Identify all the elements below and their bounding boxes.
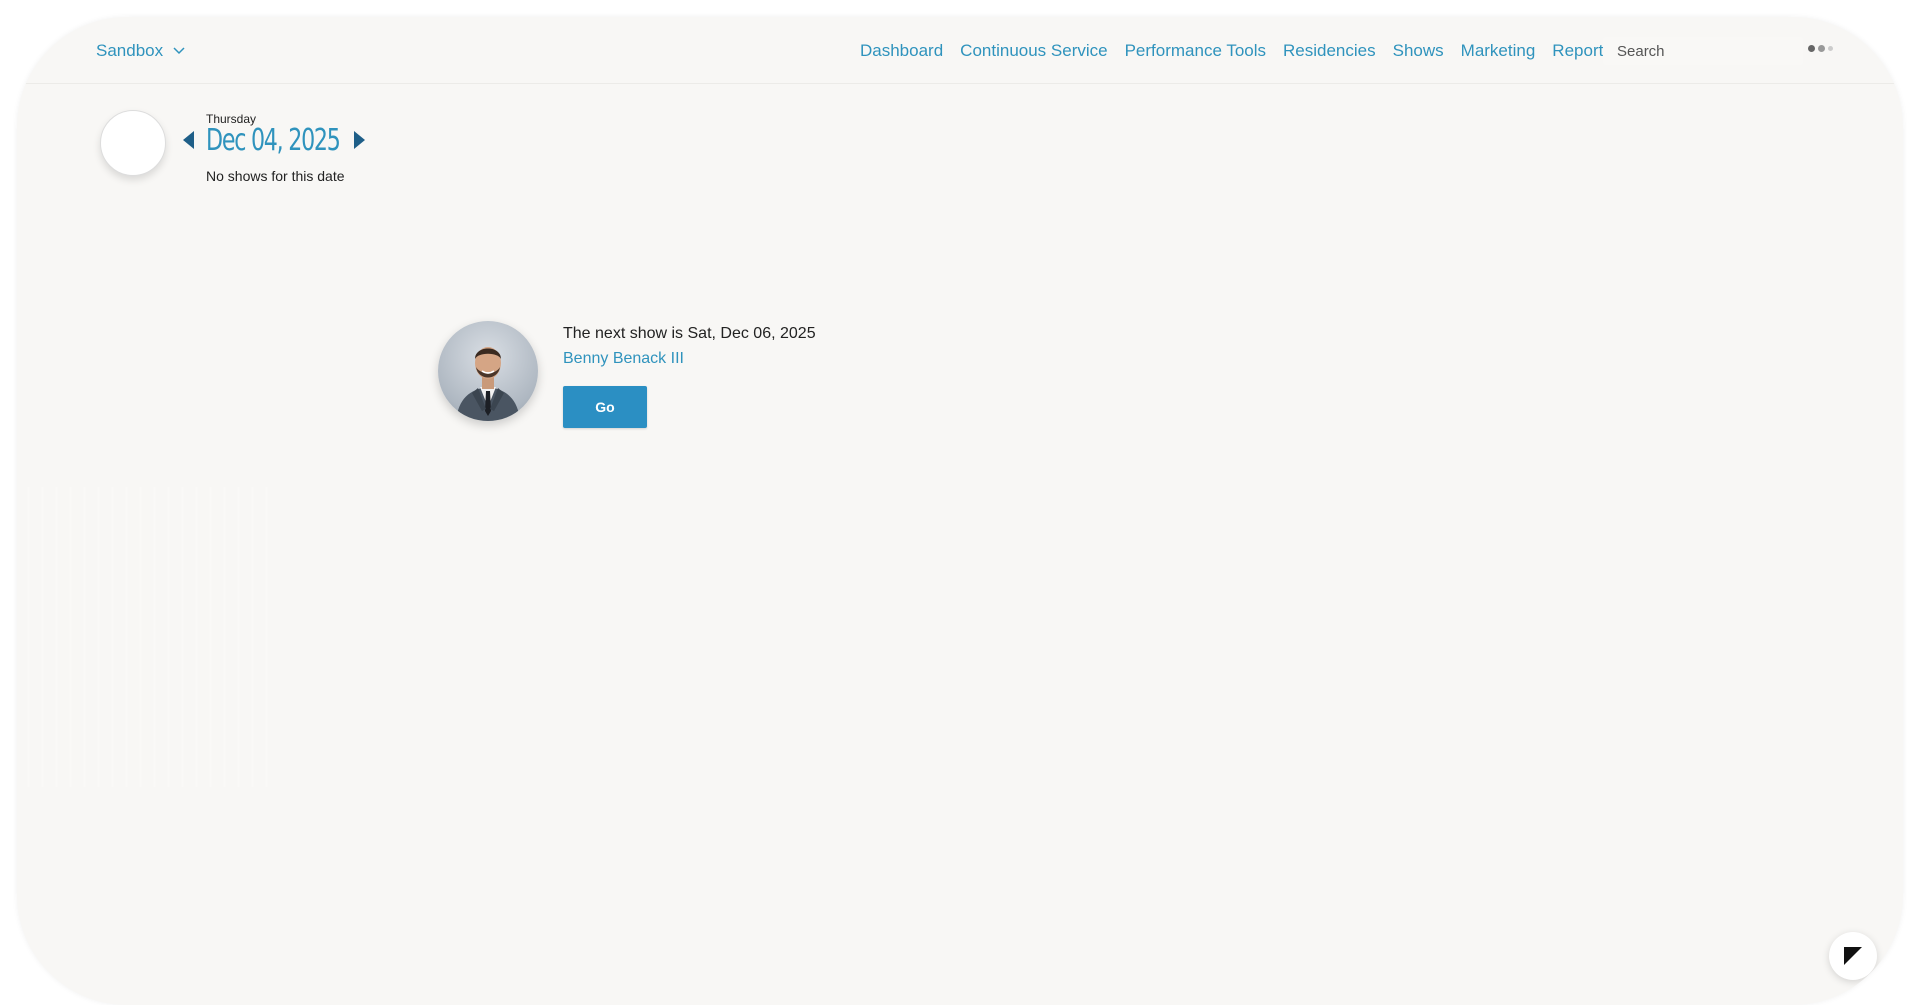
- search-input[interactable]: [1603, 41, 1799, 61]
- previous-date-arrow-icon[interactable]: [183, 131, 194, 149]
- search-box: [1603, 37, 1803, 65]
- loading-indicator-icon: [1808, 45, 1833, 52]
- main-nav: Dashboard Continuous Service Performance…: [860, 41, 1629, 61]
- performer-photo-icon: [456, 347, 520, 421]
- workspace-label: Sandbox: [96, 41, 164, 60]
- nav-shows[interactable]: Shows: [1393, 41, 1444, 61]
- go-button[interactable]: Go: [563, 386, 647, 428]
- nav-marketing[interactable]: Marketing: [1461, 41, 1536, 61]
- background-texture: [17, 487, 277, 787]
- nav-residencies[interactable]: Residencies: [1283, 41, 1376, 61]
- nav-continuous-service[interactable]: Continuous Service: [960, 41, 1107, 61]
- next-date-arrow-icon[interactable]: [354, 131, 365, 149]
- corner-arrow-icon: [1844, 947, 1862, 965]
- date-avatar-circle: [100, 110, 166, 176]
- nav-performance-tools[interactable]: Performance Tools: [1125, 41, 1266, 61]
- help-widget-button[interactable]: [1829, 932, 1877, 980]
- app-frame: Sandbox Dashboard Continuous Service Per…: [17, 17, 1903, 1005]
- top-navigation-bar: Sandbox Dashboard Continuous Service Per…: [17, 17, 1903, 84]
- performer-name-link[interactable]: Benny Benack III: [563, 350, 684, 368]
- next-show-message: The next show is Sat, Dec 06, 2025: [563, 325, 816, 342]
- no-shows-message: No shows for this date: [206, 168, 345, 184]
- workspace-switcher[interactable]: Sandbox: [96, 41, 185, 61]
- performer-avatar: [438, 321, 538, 421]
- nav-dashboard[interactable]: Dashboard: [860, 41, 943, 61]
- chevron-down-icon: [173, 47, 185, 55]
- current-date: Dec 04, 2025: [206, 123, 341, 158]
